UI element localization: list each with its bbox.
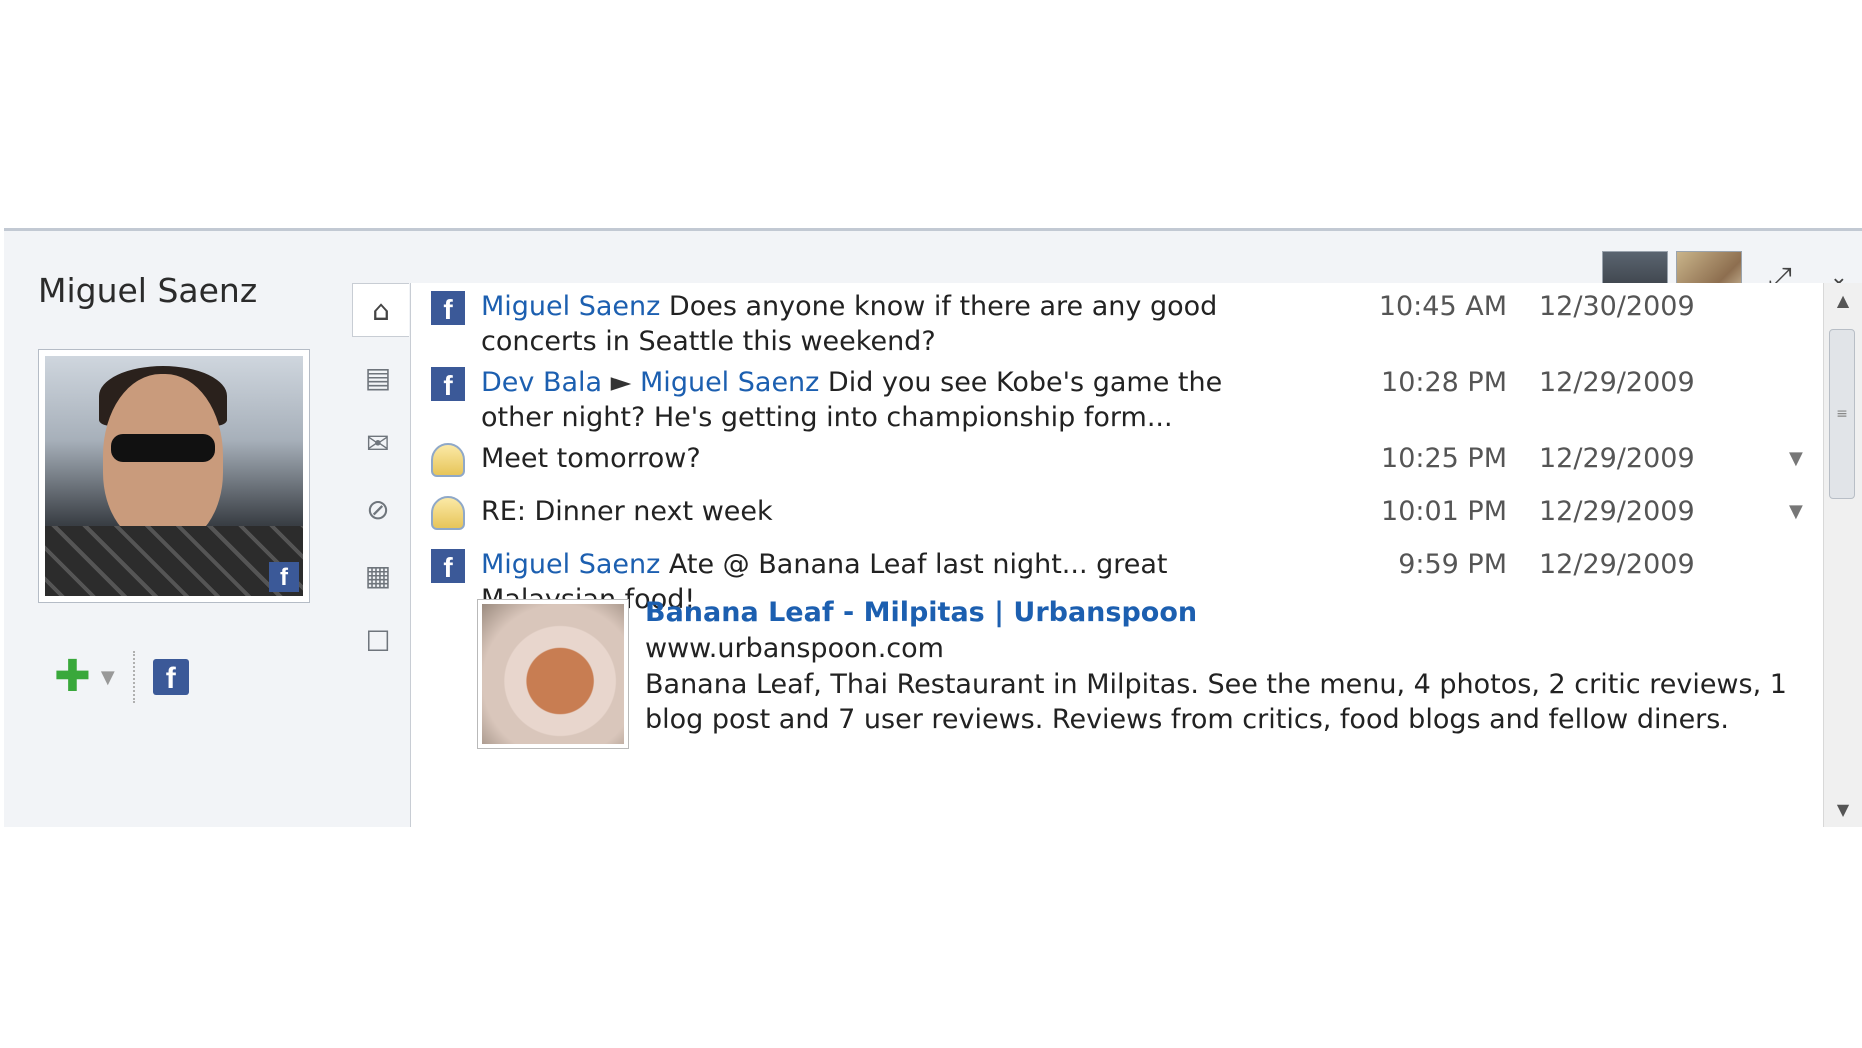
feed-time: 9:59 PM: [1398, 549, 1507, 580]
feed-scrollbar[interactable]: ▲ ≡ ▼: [1823, 283, 1862, 827]
facebook-button[interactable]: f: [152, 659, 189, 695]
scroll-thumb[interactable]: ≡: [1829, 329, 1855, 499]
view-rail: ⌂ ▤ ✉ ⊘ ▦ ☐: [344, 283, 411, 827]
calendar-icon[interactable]: ▦: [352, 549, 404, 601]
contact-actions: ✚ ▼ f: [54, 651, 189, 703]
item-dropdown-icon[interactable]: ▼: [1789, 441, 1803, 476]
recipient-link[interactable]: Miguel Saenz: [640, 367, 819, 398]
facebook-icon: f: [431, 291, 465, 325]
facebook-icon: f: [431, 549, 465, 583]
author-link[interactable]: Dev Bala: [481, 367, 602, 398]
link-title[interactable]: Banana Leaf - Milpitas | Urbanspoon: [645, 595, 1815, 630]
add-dropdown-icon[interactable]: ▼: [101, 667, 115, 688]
separator: [132, 651, 135, 703]
feed-date: 12/30/2009: [1539, 291, 1695, 322]
link-description: Banana Leaf, Thai Restaurant in Milpitas…: [645, 669, 1787, 735]
people-pane: Miguel Saenz ⤢ ⌄ f ✚ ▼ f ⌂ ▤ ✉ ⊘ ▦ ☐ f M…: [4, 228, 1862, 827]
feed-date: 12/29/2009: [1539, 443, 1695, 474]
feed-time: 10:45 AM: [1378, 291, 1507, 322]
feed-time: 10:01 PM: [1381, 496, 1507, 527]
mail-item-icon: [431, 443, 465, 477]
plus-icon[interactable]: ✚: [54, 655, 91, 699]
home-icon[interactable]: ⌂: [352, 283, 409, 337]
author-link[interactable]: Miguel Saenz: [481, 549, 660, 580]
mail-item-icon: [431, 496, 465, 530]
feed-date: 12/29/2009: [1539, 367, 1695, 398]
status-icon[interactable]: ☐: [352, 615, 404, 667]
attachment-icon[interactable]: ⊘: [352, 483, 404, 535]
feed-date: 12/29/2009: [1539, 549, 1695, 580]
facebook-icon: f: [431, 367, 465, 401]
item-dropdown-icon[interactable]: ▼: [1789, 494, 1803, 529]
link-url: www.urbanspoon.com: [645, 633, 944, 664]
scroll-down-icon[interactable]: ▼: [1824, 800, 1862, 819]
feed-date: 12/29/2009: [1539, 496, 1695, 527]
scroll-up-icon[interactable]: ▲: [1824, 291, 1862, 310]
mail-subject: Meet tomorrow?: [481, 443, 701, 474]
contact-name: Miguel Saenz: [38, 271, 258, 310]
arrow-icon: ►: [602, 367, 641, 398]
facebook-badge-icon: f: [269, 562, 299, 592]
activity-icon[interactable]: ▤: [352, 351, 404, 403]
author-link[interactable]: Miguel Saenz: [481, 291, 660, 322]
profile-photo: f: [38, 349, 310, 603]
activity-feed: f Miguel Saenz Does anyone know if there…: [411, 283, 1823, 827]
feed-time: 10:25 PM: [1381, 443, 1507, 474]
mail-subject: RE: Dinner next week: [481, 496, 773, 527]
feed-time: 10:28 PM: [1381, 367, 1507, 398]
link-thumbnail[interactable]: [477, 599, 629, 749]
mail-icon[interactable]: ✉: [352, 417, 404, 469]
